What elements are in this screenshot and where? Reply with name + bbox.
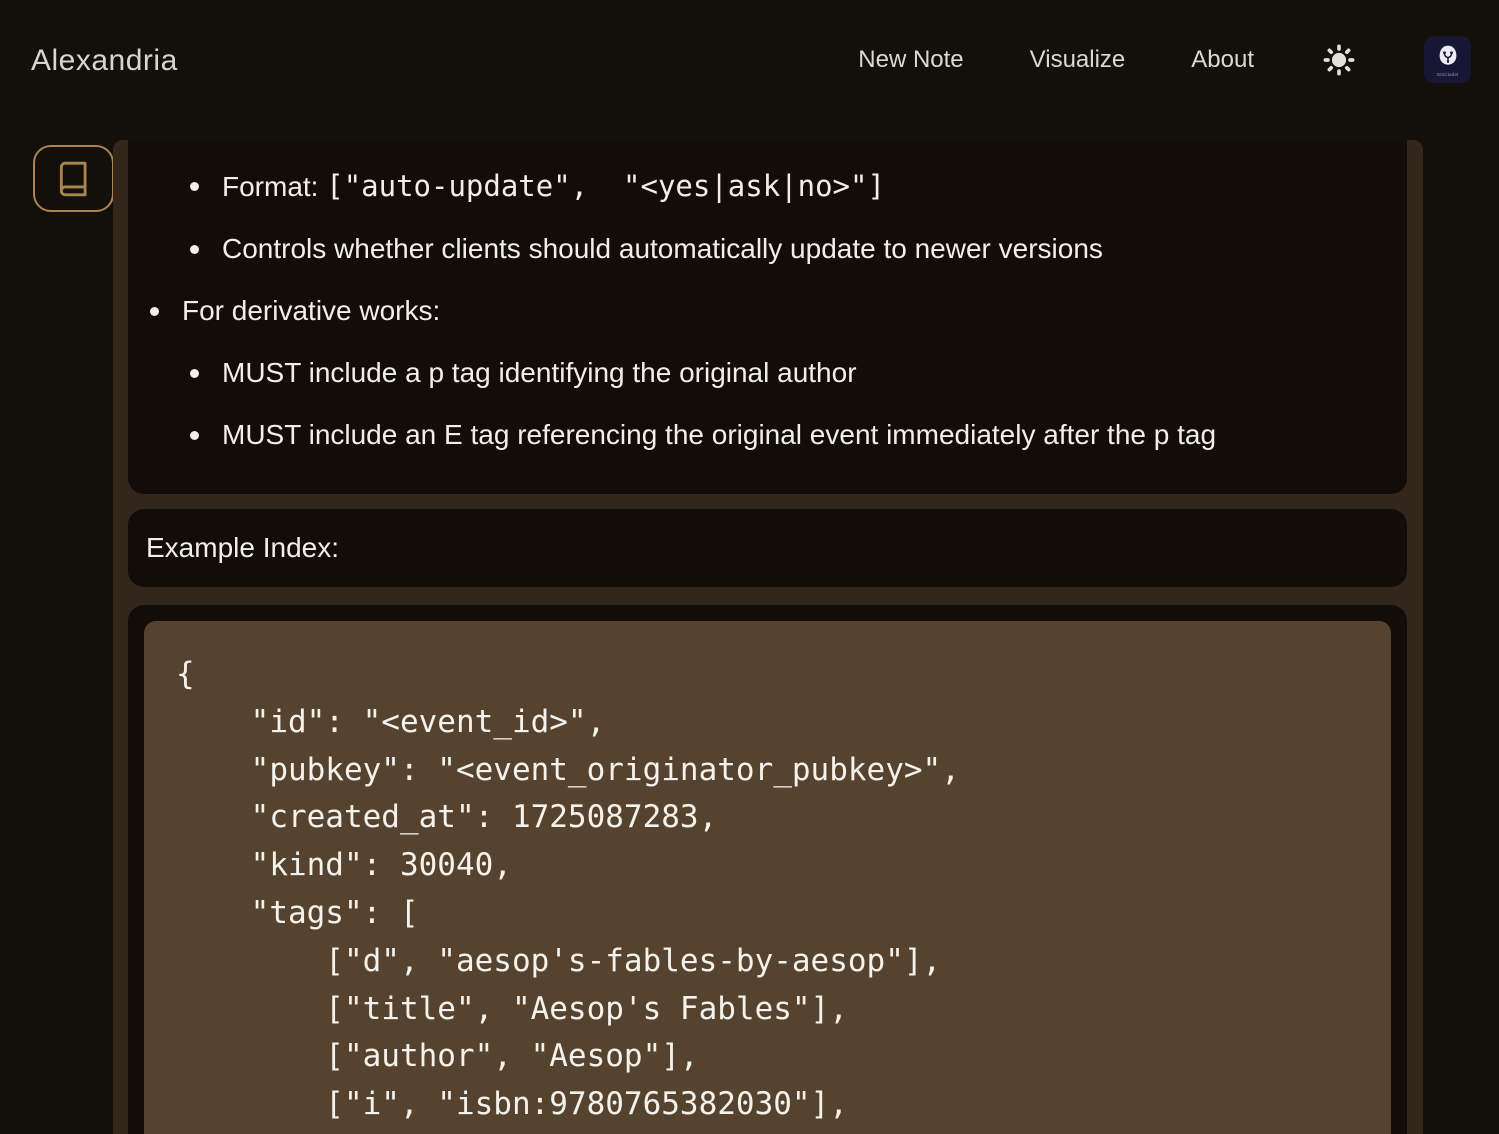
spec-bullet-list: Format: ["auto-update", "<yes|ask|no>"] …: [128, 169, 1377, 452]
gitcitadel-logo[interactable]: GitCitadel: [1424, 36, 1471, 83]
bullet-controls: Controls whether clients should automati…: [128, 232, 1377, 266]
sidebar-toggle-button[interactable]: [33, 145, 114, 212]
bullet-must-e-tag: MUST include an E tag referencing the or…: [128, 418, 1377, 452]
nav-new-note[interactable]: New Note: [858, 46, 963, 74]
bullet-format-label: Format:: [222, 171, 326, 202]
top-nav: New Note Visualize About GitCitadel: [858, 36, 1471, 83]
book-icon: [55, 160, 93, 198]
theme-toggle-button[interactable]: [1320, 41, 1358, 79]
nav-about[interactable]: About: [1191, 46, 1254, 74]
sun-icon: [1322, 43, 1356, 77]
code-card: { "id": "<event_id>", "pubkey": "<event_…: [128, 605, 1407, 1134]
example-index-heading: Example Index:: [146, 532, 339, 564]
bullet-derivative-works: For derivative works:: [128, 294, 1377, 328]
spec-doc-card: Format: ["auto-update", "<yes|ask|no>"] …: [128, 140, 1407, 494]
nav-visualize[interactable]: Visualize: [1030, 46, 1126, 74]
bullet-format: Format: ["auto-update", "<yes|ask|no>"]: [128, 169, 1377, 204]
bullet-must-p-tag: MUST include a p tag identifying the ori…: [128, 356, 1377, 390]
gitcitadel-ghost-icon: [1434, 43, 1462, 71]
json-code-block[interactable]: { "id": "<event_id>", "pubkey": "<event_…: [144, 621, 1391, 1134]
content-area: Format: ["auto-update", "<yes|ask|no>"] …: [113, 140, 1423, 1134]
gitcitadel-logo-label: GitCitadel: [1437, 72, 1459, 77]
example-index-card: Example Index:: [128, 509, 1407, 587]
bullet-format-code: ["auto-update", "<yes|ask|no>"]: [326, 169, 885, 203]
brand-title[interactable]: Alexandria: [31, 44, 178, 78]
